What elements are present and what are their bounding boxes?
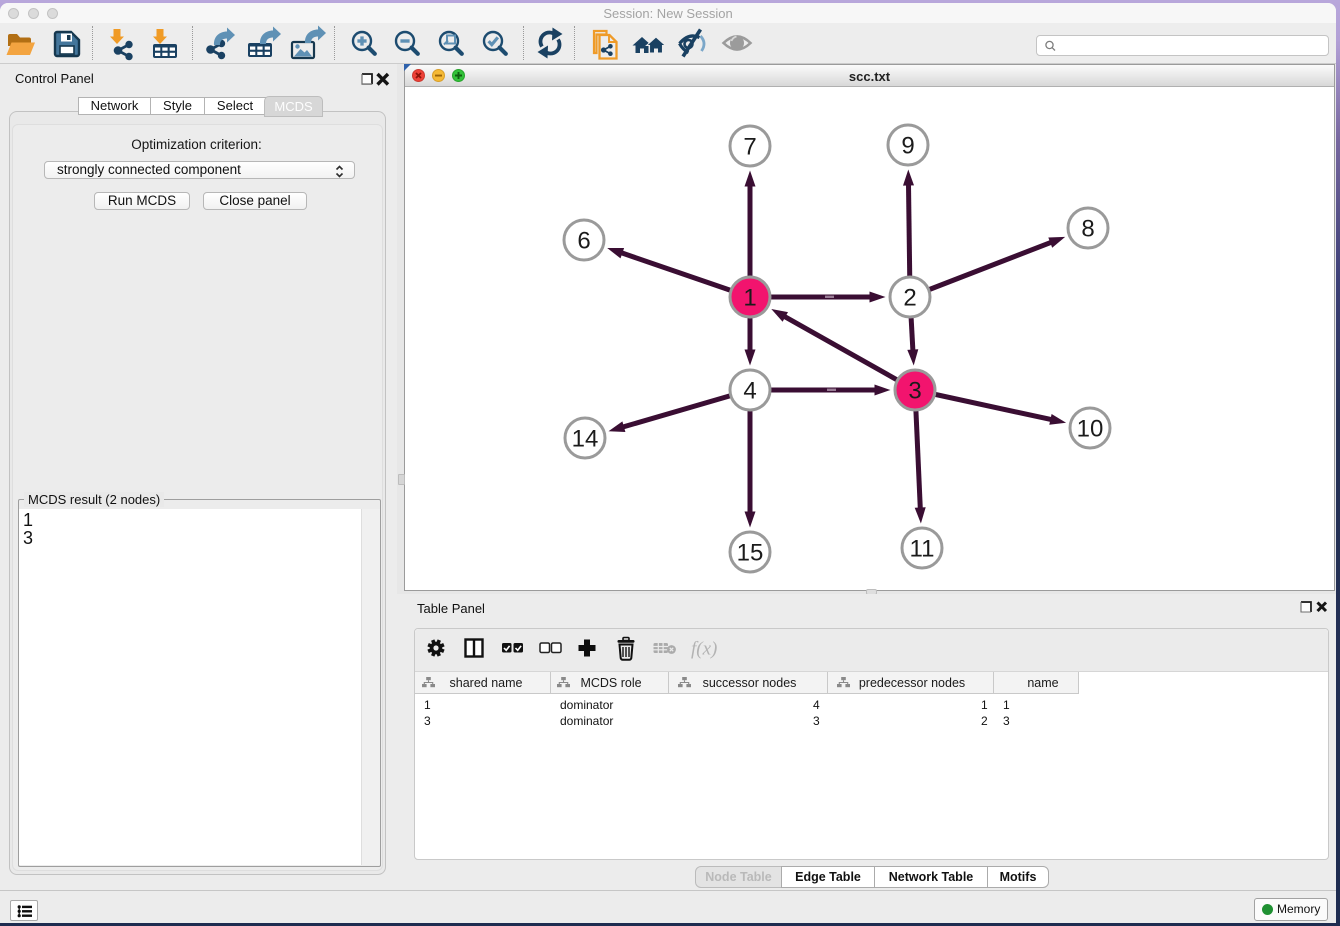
svg-text:11: 11 (910, 536, 935, 563)
svg-text:3: 3 (908, 378, 921, 405)
svg-text:9: 9 (901, 133, 914, 160)
svg-text:2: 2 (903, 285, 916, 312)
svg-text:7: 7 (743, 134, 756, 161)
svg-text:1: 1 (743, 285, 756, 312)
svg-text:4: 4 (743, 378, 756, 405)
svg-text:8: 8 (1081, 216, 1094, 243)
svg-text:14: 14 (572, 426, 599, 453)
svg-text:15: 15 (737, 540, 764, 567)
svg-text:f(x): f(x) (691, 639, 717, 660)
svg-text:6: 6 (577, 228, 590, 255)
svg-text:10: 10 (1077, 416, 1104, 443)
